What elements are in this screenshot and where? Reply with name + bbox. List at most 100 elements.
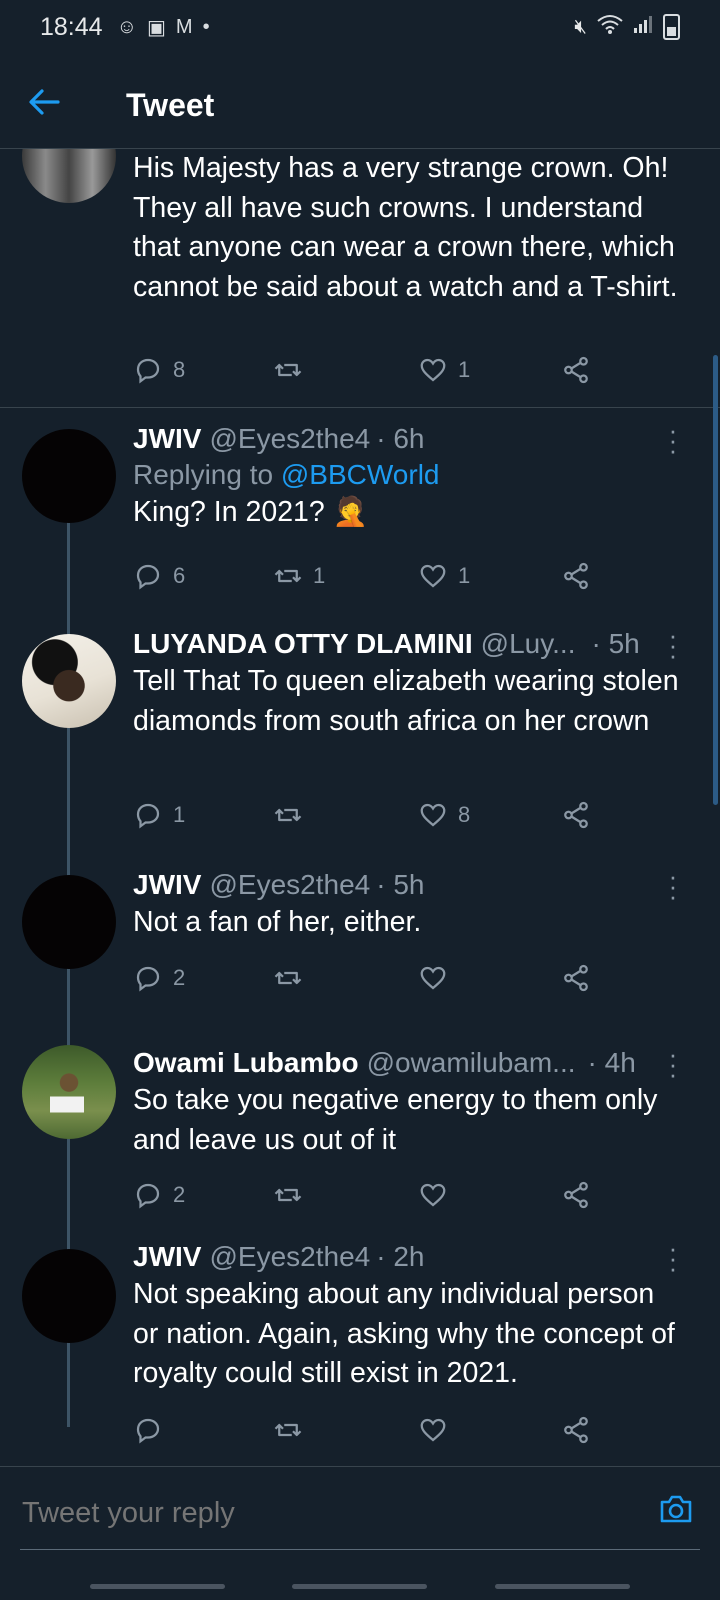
- author-handle: @Eyes2the4: [209, 1241, 371, 1272]
- top-app-bar: Tweet: [0, 62, 720, 149]
- reply-icon: [136, 1183, 160, 1209]
- mention-link[interactable]: @BBCWorld: [281, 459, 440, 490]
- gmail-icon: M: [175, 15, 193, 38]
- more-options-icon[interactable]: · · ·: [666, 1041, 680, 1087]
- tweet-actions: 2: [133, 1180, 593, 1220]
- reply-count: 2: [173, 965, 186, 990]
- share-icon: [564, 964, 588, 992]
- retweet-button[interactable]: [273, 800, 313, 830]
- page-title: Tweet: [126, 86, 215, 123]
- tweet-item[interactable]: LUYANDA OTTY DLAMINI @Luy... · 5h Tell T…: [0, 622, 720, 864]
- home-button[interactable]: [292, 1584, 427, 1589]
- reddit-icon: ☺: [116, 15, 137, 38]
- avatar[interactable]: [22, 875, 116, 969]
- back-button[interactable]: [495, 1584, 630, 1589]
- heart-icon: [420, 1183, 446, 1207]
- like-button[interactable]: 1: [418, 561, 470, 591]
- author-name[interactable]: JWIV: [133, 869, 201, 901]
- retweet-icon: [274, 1423, 302, 1437]
- tweet-item[interactable]: JWIV @Eyes2the4 · 6h Replying to @BBCWor…: [0, 417, 720, 619]
- tweet-time: · 5h: [376, 869, 425, 900]
- retweet-button[interactable]: [273, 1180, 313, 1210]
- reply-count: 8: [173, 357, 186, 382]
- share-button[interactable]: [561, 800, 591, 830]
- share-button[interactable]: [561, 963, 591, 993]
- retweet-button[interactable]: [273, 963, 313, 993]
- author-name[interactable]: JWIV: [133, 1241, 201, 1273]
- reply-composer: [0, 1466, 720, 1567]
- retweet-icon: [274, 569, 302, 583]
- camera-icon[interactable]: [656, 1489, 696, 1529]
- reply-button[interactable]: 6: [133, 561, 185, 591]
- like-button[interactable]: [418, 1415, 458, 1445]
- avatar[interactable]: [22, 149, 116, 203]
- heart-icon: [420, 803, 446, 827]
- reply-icon: [136, 966, 160, 992]
- tweet-thread[interactable]: His Majesty has a very strange crown. Oh…: [0, 149, 720, 1465]
- share-icon: [564, 1181, 588, 1209]
- avatar[interactable]: [22, 634, 116, 728]
- like-button[interactable]: 1: [418, 355, 470, 385]
- tweet-item[interactable]: JWIV @Eyes2the4 · 5h Not a fan of her, e…: [0, 863, 720, 1025]
- reply-button[interactable]: 2: [133, 963, 185, 993]
- battery-icon: [663, 14, 680, 40]
- scrollbar[interactable]: [713, 355, 718, 805]
- like-count: 1: [458, 563, 471, 588]
- reply-icon: [136, 1418, 160, 1444]
- reply-button[interactable]: [133, 1415, 173, 1445]
- tweet-time: · 5h: [591, 628, 640, 659]
- avatar[interactable]: [22, 1045, 116, 1139]
- like-button[interactable]: [418, 963, 458, 993]
- reply-button[interactable]: 2: [133, 1180, 185, 1210]
- reply-count: 1: [173, 802, 186, 827]
- more-options-icon[interactable]: · · ·: [666, 622, 680, 668]
- retweet-button[interactable]: 1: [273, 561, 325, 591]
- tweet-item[interactable]: JWIV @Eyes2the4 · 2h Not speaking about …: [0, 1225, 720, 1465]
- reply-button[interactable]: 8: [133, 355, 185, 385]
- share-button[interactable]: [561, 1180, 591, 1210]
- like-button[interactable]: 8: [418, 800, 470, 830]
- tweet-actions: [133, 1415, 593, 1455]
- retweet-icon: [274, 363, 302, 377]
- reply-icon: [136, 803, 160, 829]
- back-arrow-icon[interactable]: [28, 86, 88, 125]
- avatar[interactable]: [22, 1249, 116, 1343]
- recents-button[interactable]: [90, 1584, 225, 1589]
- status-bar: 18:44 ☺ ▣ M • 🔇︎: [0, 0, 720, 54]
- avatar[interactable]: [22, 429, 116, 523]
- reply-icon: [136, 358, 160, 384]
- more-options-icon[interactable]: · · ·: [666, 417, 680, 463]
- more-options-icon[interactable]: · · ·: [666, 1235, 680, 1281]
- author-name[interactable]: Owami Lubambo: [133, 1047, 359, 1079]
- input-underline: [20, 1549, 700, 1550]
- more-options-icon[interactable]: · · ·: [666, 863, 680, 909]
- tweet-meta: JWIV @Eyes2the4 · 6h: [133, 423, 680, 455]
- like-count: 1: [458, 357, 471, 382]
- share-button[interactable]: [561, 355, 591, 385]
- author-name[interactable]: LUYANDA OTTY DLAMINI: [133, 628, 473, 660]
- like-count: 8: [458, 802, 471, 827]
- reply-count: 2: [173, 1182, 186, 1207]
- reply-button[interactable]: 1: [133, 800, 185, 830]
- tweet-item[interactable]: Owami Lubambo @owamilubam... · 4h So tak…: [0, 1025, 720, 1225]
- retweet-icon: [274, 808, 302, 822]
- like-button[interactable]: [418, 1180, 458, 1210]
- tweet-item[interactable]: His Majesty has a very strange crown. Oh…: [0, 149, 720, 409]
- mute-icon: 🔇︎: [574, 15, 587, 38]
- share-icon: [564, 356, 588, 384]
- tweet-actions: 1 8: [133, 800, 593, 840]
- share-button[interactable]: [561, 561, 591, 591]
- share-button[interactable]: [561, 1415, 591, 1445]
- share-icon: [564, 562, 588, 590]
- retweet-count: 1: [313, 563, 326, 588]
- reply-icon: [136, 564, 160, 590]
- author-name[interactable]: JWIV: [133, 423, 201, 455]
- retweet-button[interactable]: [273, 1415, 313, 1445]
- reply-input[interactable]: [20, 1487, 624, 1539]
- wifi-icon: [597, 14, 623, 40]
- tweet-text: Not a fan of her, either.: [133, 906, 422, 938]
- tweet-meta: JWIV @Eyes2the4 · 5h: [133, 869, 680, 901]
- replying-to: Replying to @BBCWorld: [133, 459, 680, 491]
- retweet-button[interactable]: [273, 355, 313, 385]
- author-handle: @Eyes2the4: [209, 423, 371, 454]
